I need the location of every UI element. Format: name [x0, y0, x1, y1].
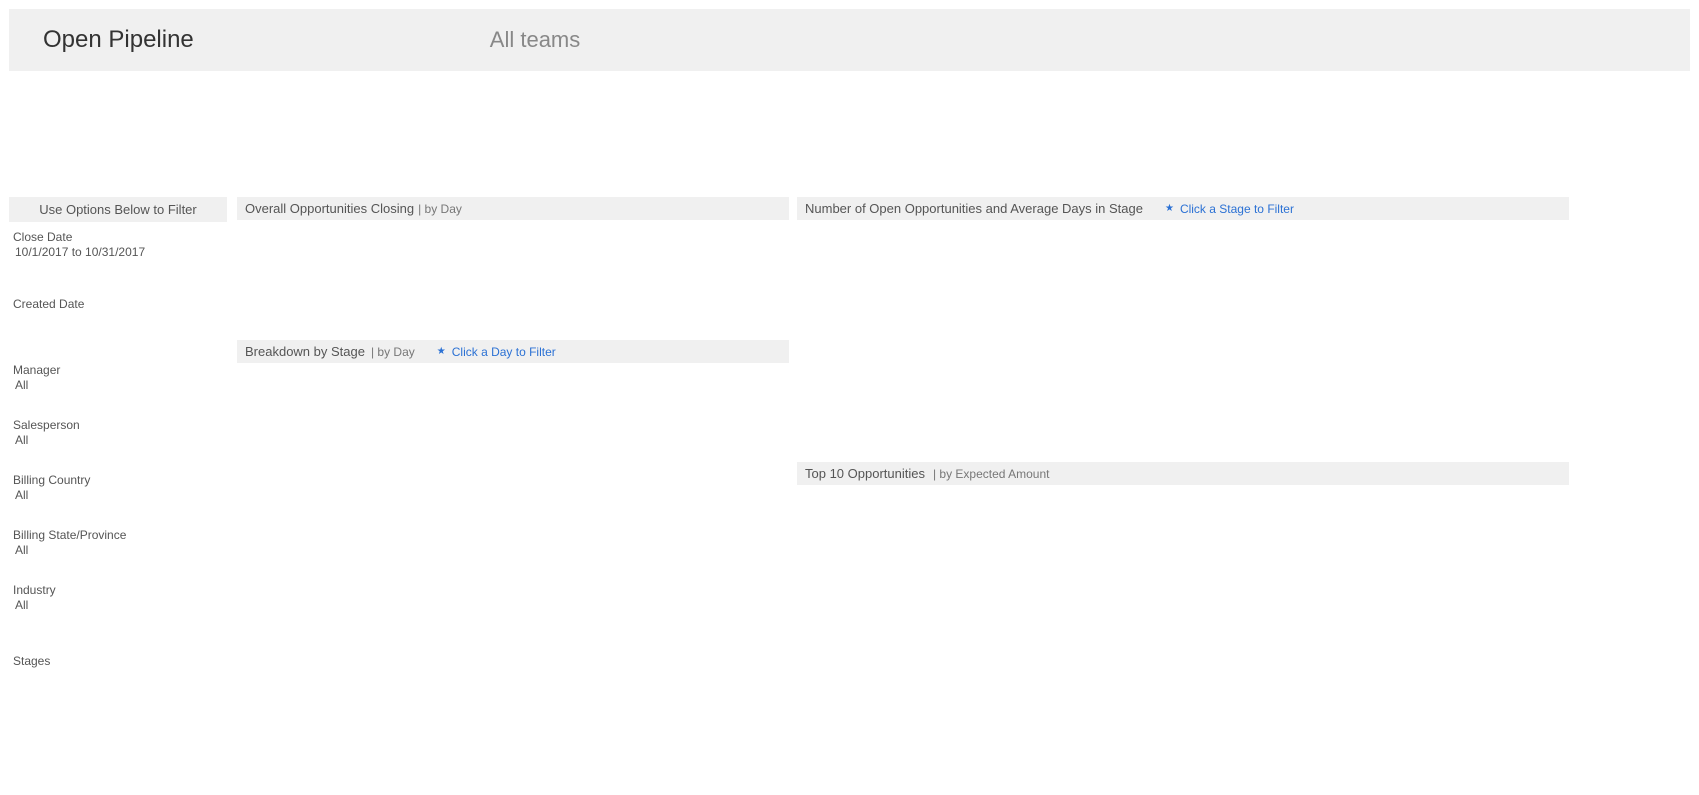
star-icon: ★ — [437, 346, 446, 357]
filter-label-industry: Industry — [13, 583, 223, 597]
main-panels: Overall Opportunities Closing | by Day B… — [237, 197, 1699, 668]
filter-label-manager: Manager — [13, 363, 223, 377]
panel-open-opps-hint[interactable]: ★ Click a Stage to Filter — [1165, 202, 1294, 216]
panel-breakdown-title: Breakdown by Stage — [245, 344, 365, 359]
panel-breakdown-header: Breakdown by Stage | by Day ★ Click a Da… — [237, 340, 789, 363]
page-subtitle: All teams — [490, 27, 580, 53]
filter-value-close-date: 10/1/2017 to 10/31/2017 — [13, 245, 223, 259]
filter-created-date[interactable]: Created Date — [9, 293, 227, 311]
filter-sidebar: Use Options Below to Filter Close Date 1… — [9, 197, 227, 668]
filter-manager[interactable]: Manager All — [9, 359, 227, 392]
filter-label-created-date: Created Date — [13, 297, 223, 311]
panel-open-opps-hint-text: Click a Stage to Filter — [1180, 202, 1294, 216]
panel-overall-body — [237, 220, 789, 340]
panel-top10-sub: | by Expected Amount — [933, 467, 1050, 481]
filter-value-manager: All — [13, 378, 223, 392]
filter-label-salesperson: Salesperson — [13, 418, 223, 432]
filter-industry[interactable]: Industry All — [9, 579, 227, 612]
content-area: Use Options Below to Filter Close Date 1… — [0, 197, 1699, 668]
panel-top10-header: Top 10 Opportunities | by Expected Amoun… — [797, 462, 1569, 485]
panel-open-opps-body — [797, 220, 1569, 462]
filter-value-billing-country: All — [13, 488, 223, 502]
filter-billing-country[interactable]: Billing Country All — [9, 469, 227, 502]
filter-stages[interactable]: Stages — [9, 650, 227, 668]
panel-breakdown-sub: | by Day — [371, 345, 415, 359]
filter-label-billing-country: Billing Country — [13, 473, 223, 487]
panel-open-opps-header: Number of Open Opportunities and Average… — [797, 197, 1569, 220]
panel-top10-title: Top 10 Opportunities — [805, 466, 925, 481]
filter-value-billing-state: All — [13, 543, 223, 557]
filter-close-date[interactable]: Close Date 10/1/2017 to 10/31/2017 — [9, 226, 227, 259]
header-bar: Open Pipeline All teams — [9, 9, 1690, 71]
panel-overall-header: Overall Opportunities Closing | by Day — [237, 197, 789, 220]
panel-breakdown-hint[interactable]: ★ Click a Day to Filter — [437, 345, 556, 359]
right-column: Number of Open Opportunities and Average… — [797, 197, 1569, 668]
left-column: Overall Opportunities Closing | by Day B… — [237, 197, 789, 668]
filter-header: Use Options Below to Filter — [9, 197, 227, 222]
filter-label-stages: Stages — [13, 654, 223, 668]
panel-open-opps-title: Number of Open Opportunities and Average… — [805, 201, 1143, 216]
filter-billing-state[interactable]: Billing State/Province All — [9, 524, 227, 557]
page-title: Open Pipeline — [43, 26, 194, 54]
panel-breakdown-hint-text: Click a Day to Filter — [452, 345, 556, 359]
filter-salesperson[interactable]: Salesperson All — [9, 414, 227, 447]
filter-value-industry: All — [13, 598, 223, 612]
panel-overall-sub: | by Day — [418, 202, 462, 216]
star-icon: ★ — [1165, 203, 1174, 214]
filter-label-billing-state: Billing State/Province — [13, 528, 223, 542]
filter-label-close-date: Close Date — [13, 230, 223, 244]
filter-value-salesperson: All — [13, 433, 223, 447]
panel-overall-title: Overall Opportunities Closing — [245, 201, 414, 216]
